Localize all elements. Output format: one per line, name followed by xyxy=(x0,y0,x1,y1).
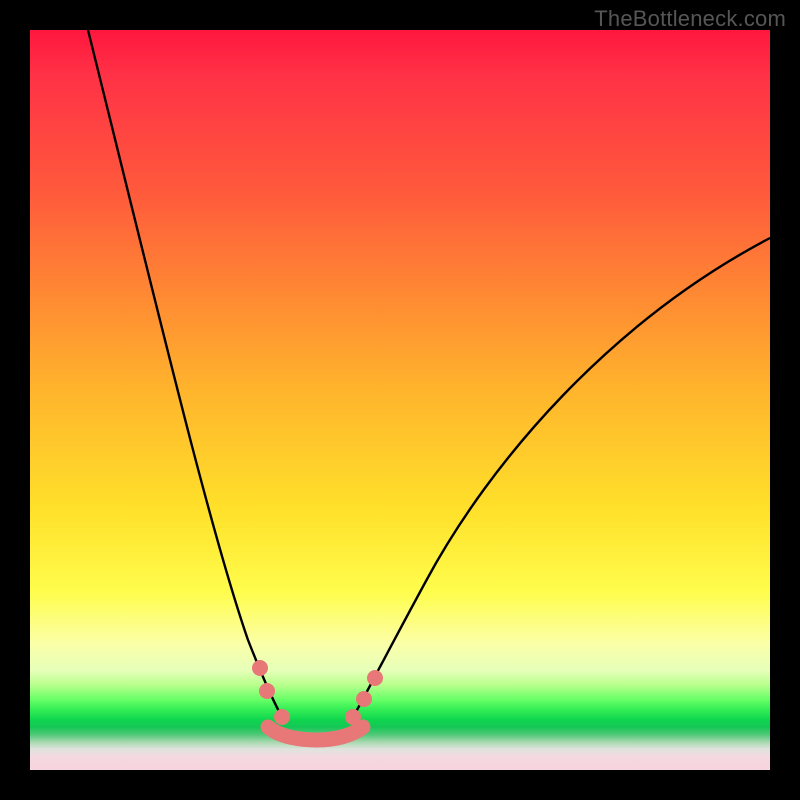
chart-svg xyxy=(30,30,770,770)
marker-left-2 xyxy=(259,683,275,699)
watermark-text: TheBottleneck.com xyxy=(594,6,786,32)
marker-left-3 xyxy=(274,709,290,725)
marker-right-1 xyxy=(345,709,361,725)
chart-outer-frame xyxy=(0,0,800,800)
bottom-connector-arc xyxy=(268,727,363,740)
marker-right-2 xyxy=(356,691,372,707)
marker-right-3 xyxy=(367,670,383,686)
marker-left-1 xyxy=(252,660,268,676)
curve-right xyxy=(353,238,770,717)
curve-left xyxy=(88,30,282,717)
